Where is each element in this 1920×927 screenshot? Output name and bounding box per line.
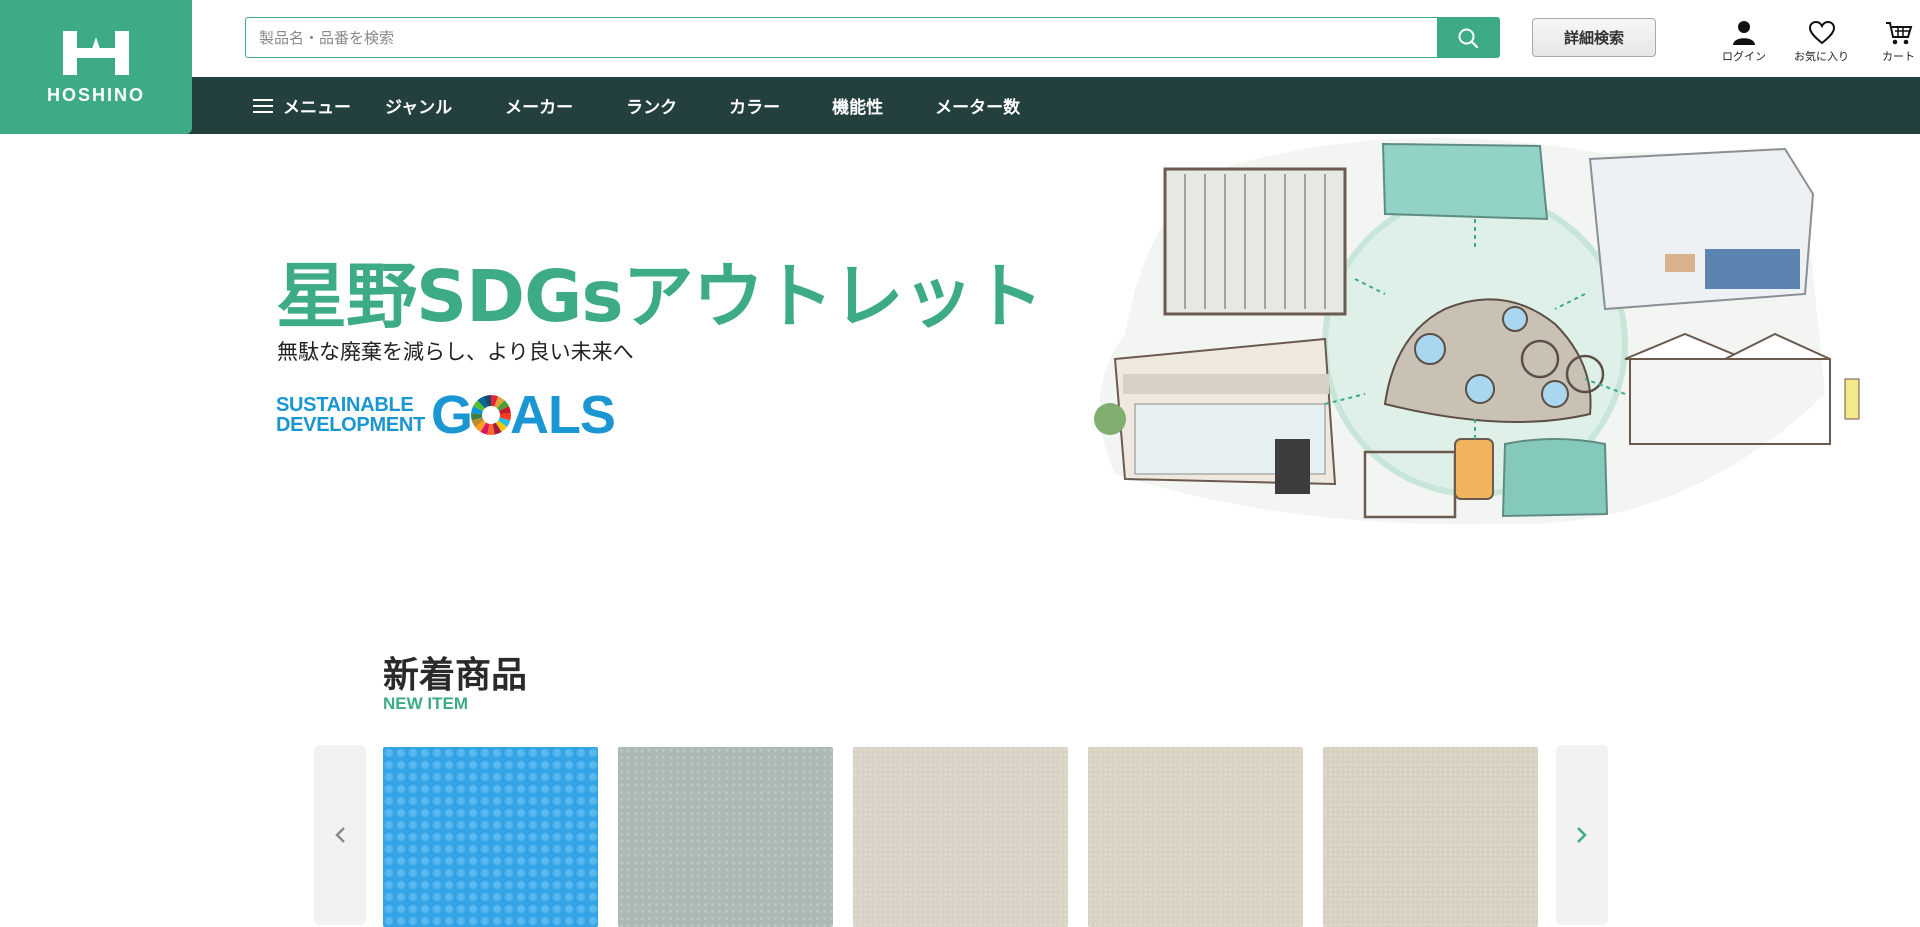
- login-link[interactable]: ログイン: [1722, 20, 1766, 64]
- product-card[interactable]: [383, 747, 598, 927]
- search-input[interactable]: [246, 18, 1437, 57]
- new-items-title: 新着商品: [383, 655, 528, 696]
- user-icon: [1733, 21, 1755, 45]
- hero-title: 星野SDGsアウトレット: [276, 255, 1044, 338]
- sdg-text-line1: SUSTAINABLE: [276, 394, 414, 416]
- login-label: ログイン: [1722, 50, 1766, 63]
- hamburger-icon: [253, 98, 273, 113]
- nav-menu-label: メニュー: [283, 98, 351, 118]
- hero-illustration: [1094, 138, 1860, 525]
- nav-item-rank[interactable]: ランク: [626, 93, 677, 118]
- cart-icon: [1885, 22, 1912, 45]
- sdg-text-line2: DEVELOPMENT: [276, 414, 425, 436]
- favorites-link[interactable]: お気に入り: [1794, 20, 1849, 64]
- heart-icon: [1808, 20, 1835, 45]
- product-card[interactable]: [1088, 747, 1303, 927]
- sdg-goals-text: G ALS: [430, 384, 616, 446]
- logo-text: HOSHINO: [46, 84, 145, 105]
- product-card[interactable]: [853, 747, 1068, 927]
- product-card[interactable]: [618, 747, 833, 927]
- cart-link[interactable]: カート: [1882, 20, 1915, 64]
- nav-menu-button[interactable]: メニュー: [253, 93, 351, 118]
- nav-item-function[interactable]: 機能性: [832, 93, 883, 118]
- search-button[interactable]: [1437, 18, 1499, 57]
- sdg-goals-g: G: [430, 385, 473, 445]
- hero-subtitle: 無駄な廃棄を減らし、より良い未来へ: [277, 340, 634, 364]
- sdgs-logo: SUSTAINABLE DEVELOPMENT G ALS: [276, 384, 616, 446]
- main-nav: メニュー ジャンル メーカー ランク カラー 機能性 メーター数: [0, 77, 1920, 134]
- site-logo[interactable]: HOSHINO: [0, 0, 192, 134]
- new-items-subtitle: NEW ITEM: [383, 694, 468, 713]
- chevron-left-icon: [335, 827, 345, 843]
- search-bar: [245, 17, 1500, 58]
- favorites-label: お気に入り: [1794, 50, 1849, 63]
- hoshino-logo-icon: [63, 30, 129, 75]
- detail-search-button[interactable]: 詳細検索: [1532, 18, 1656, 57]
- nav-item-color[interactable]: カラー: [729, 93, 780, 118]
- sdg-wheel-icon: [470, 395, 511, 435]
- nav-item-meters[interactable]: メーター数: [935, 93, 1020, 118]
- nav-item-maker[interactable]: メーカー: [505, 93, 573, 118]
- carousel-next-button[interactable]: [1556, 745, 1608, 925]
- sdg-goals-rest: ALS: [509, 385, 616, 445]
- carousel-prev-button[interactable]: [314, 745, 366, 925]
- search-icon: [1458, 28, 1479, 48]
- nav-item-genre[interactable]: ジャンル: [385, 93, 452, 118]
- chevron-right-icon: [1577, 827, 1587, 843]
- cart-label: カート: [1882, 50, 1915, 63]
- product-card[interactable]: [1323, 747, 1538, 927]
